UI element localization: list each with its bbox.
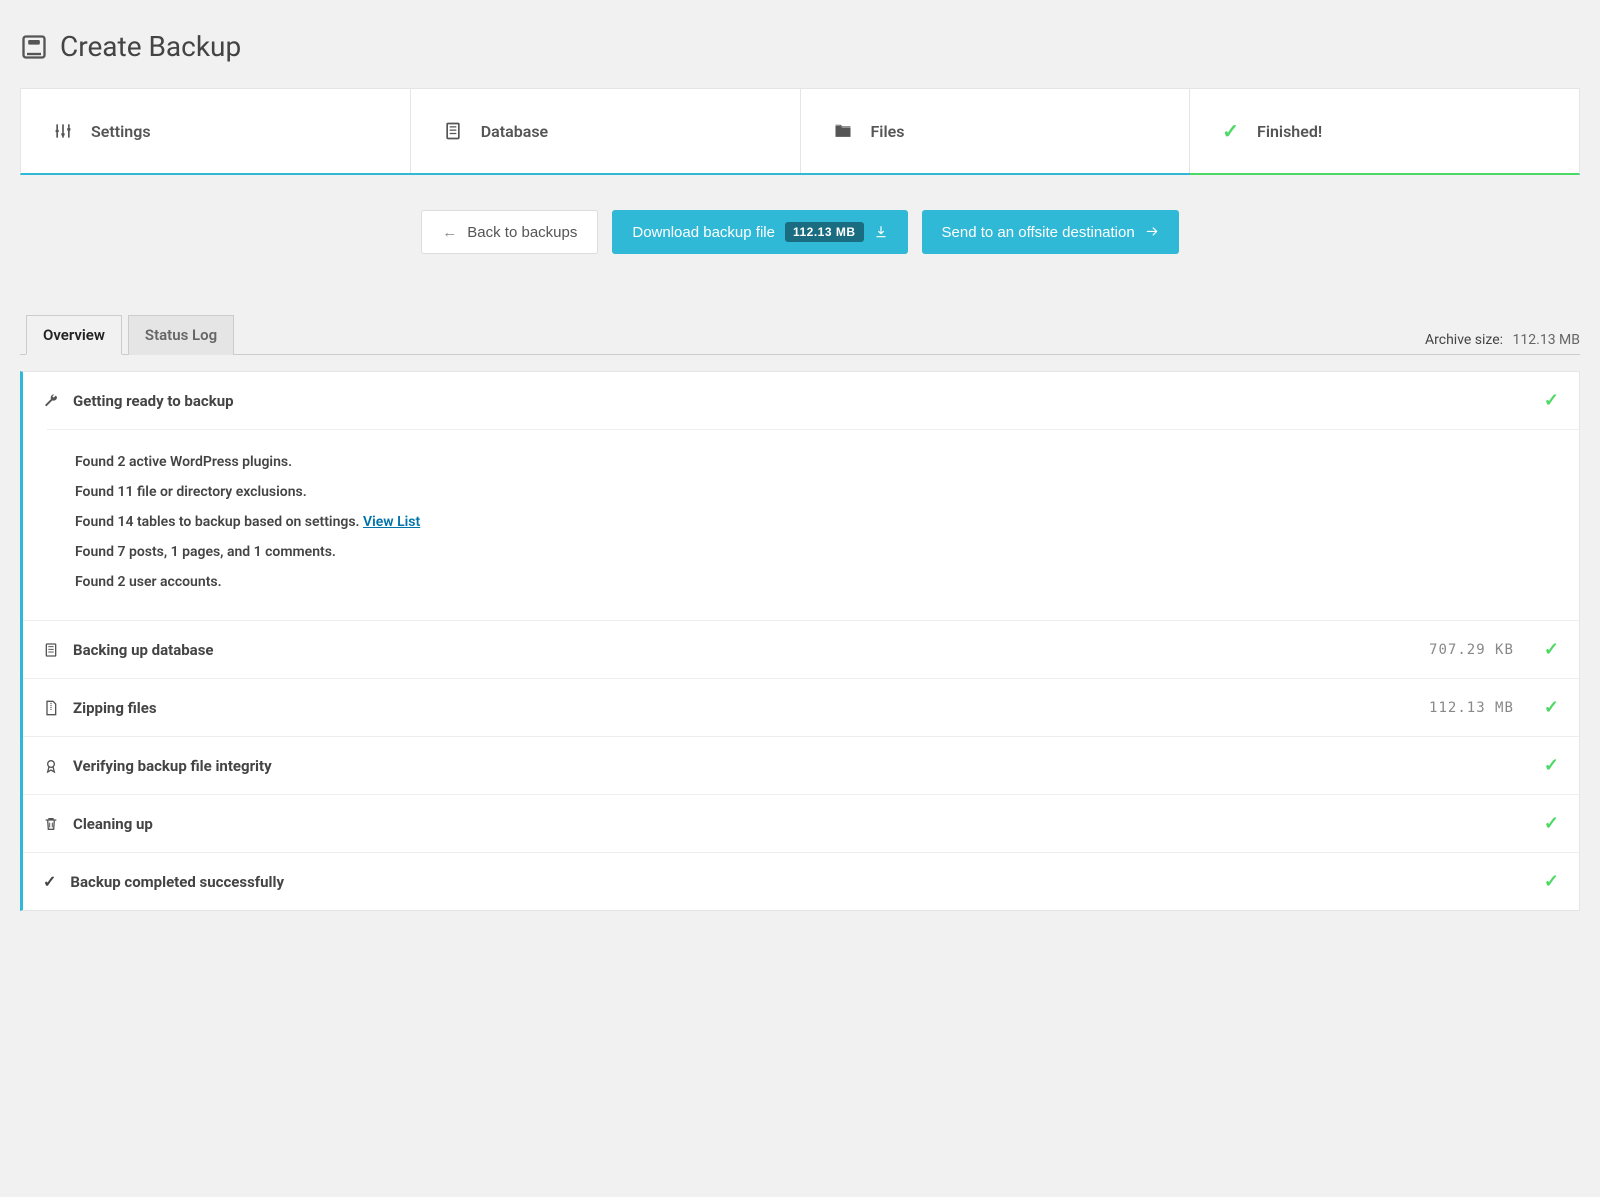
action-row: ← Back to backups Download backup file 1…: [20, 210, 1580, 254]
step-verify-title: Verifying backup file integrity: [73, 757, 1514, 775]
tabs: Overview Status Log: [26, 314, 234, 354]
step-files[interactable]: Files: [801, 89, 1191, 173]
detail-plugins: Found 2 active WordPress plugins.: [75, 454, 1559, 470]
step-settings-label: Settings: [91, 122, 151, 141]
step-settings[interactable]: Settings: [21, 89, 411, 173]
offsite-label: Send to an offsite destination: [942, 224, 1135, 241]
download-icon: [874, 225, 888, 239]
database-icon: [443, 121, 463, 141]
step-ready: Getting ready to backup ✓: [23, 372, 1579, 429]
check-icon: ✓: [1544, 639, 1559, 660]
tab-status-log[interactable]: Status Log: [128, 315, 234, 355]
step-db-size: 707.29 KB: [1429, 642, 1514, 658]
send-offsite-button[interactable]: Send to an offsite destination: [922, 210, 1179, 254]
check-icon: ✓: [43, 872, 56, 891]
tab-overview[interactable]: Overview: [26, 315, 122, 355]
detail-tables: Found 14 tables to backup based on setti…: [75, 514, 1559, 530]
view-list-link[interactable]: View List: [363, 514, 420, 530]
check-icon: ✓: [1544, 697, 1559, 718]
back-to-backups-button[interactable]: ← Back to backups: [421, 210, 598, 254]
step-done: ✓ Backup completed successfully ✓: [23, 853, 1579, 910]
download-size-badge: 112.13 MB: [785, 222, 864, 242]
step-database-label: Database: [481, 122, 548, 141]
back-label: Back to backups: [467, 224, 577, 241]
zip-icon: [43, 700, 59, 716]
send-icon: [1145, 225, 1159, 239]
check-icon: ✓: [1222, 119, 1239, 143]
check-icon: ✓: [1544, 871, 1559, 892]
check-icon: ✓: [1544, 390, 1559, 411]
detail-posts: Found 7 posts, 1 pages, and 1 comments.: [75, 544, 1559, 560]
wrench-icon: [43, 393, 59, 409]
sliders-icon: [53, 121, 73, 141]
step-files-label: Files: [871, 122, 905, 141]
page-header: Create Backup: [20, 30, 1580, 63]
download-label: Download backup file: [632, 224, 775, 241]
step-zip-title: Zipping files: [73, 699, 1415, 717]
folder-icon: [833, 121, 853, 141]
backup-icon: [20, 33, 48, 61]
ready-details: Found 2 active WordPress plugins. Found …: [47, 429, 1579, 620]
download-backup-button[interactable]: Download backup file 112.13 MB: [612, 210, 907, 254]
detail-users: Found 2 user accounts.: [75, 574, 1559, 590]
step-ready-title: Getting ready to backup: [73, 392, 1514, 410]
step-db-title: Backing up database: [73, 641, 1415, 659]
step-zip: Zipping files 112.13 MB ✓: [23, 679, 1579, 737]
step-database[interactable]: Database: [411, 89, 801, 173]
step-zip-size: 112.13 MB: [1429, 700, 1514, 716]
step-clean-title: Cleaning up: [73, 815, 1514, 833]
arrow-left-icon: ←: [442, 224, 457, 241]
archive-size-label: Archive size:: [1425, 332, 1503, 348]
step-db: Backing up database 707.29 KB ✓: [23, 620, 1579, 679]
trash-icon: [43, 816, 59, 832]
step-finished[interactable]: ✓ Finished!: [1190, 89, 1579, 173]
tabs-row: Overview Status Log Archive size: 112.13…: [20, 314, 1580, 355]
detail-exclusions: Found 11 file or directory exclusions.: [75, 484, 1559, 500]
archive-size: Archive size: 112.13 MB: [1425, 332, 1580, 354]
page-title: Create Backup: [60, 30, 241, 63]
progress-panel: Getting ready to backup ✓ Found 2 active…: [20, 371, 1580, 911]
check-icon: ✓: [1544, 813, 1559, 834]
step-verify: Verifying backup file integrity ✓: [23, 737, 1579, 795]
step-clean: Cleaning up ✓: [23, 795, 1579, 853]
database-icon: [43, 642, 59, 658]
archive-size-value: 112.13 MB: [1513, 332, 1580, 348]
wizard-steps: Settings Database Files ✓ Finished!: [20, 88, 1580, 175]
step-done-title: Backup completed successfully: [70, 873, 1514, 891]
check-icon: ✓: [1544, 755, 1559, 776]
detail-tables-text: Found 14 tables to backup based on setti…: [75, 514, 363, 530]
step-finished-label: Finished!: [1257, 122, 1322, 141]
badge-icon: [43, 758, 59, 774]
